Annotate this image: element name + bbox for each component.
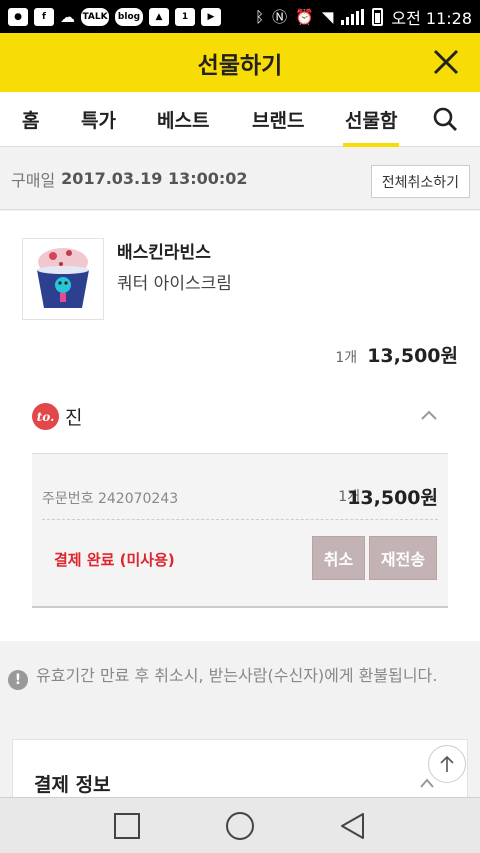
purchase-date-label: 구매일 bbox=[11, 170, 56, 190]
one-icon: 1 bbox=[175, 7, 195, 26]
app-header: 선물하기 bbox=[0, 33, 480, 92]
cloud-icon: ☁ bbox=[60, 7, 75, 26]
tab-label: 홈 bbox=[22, 109, 40, 132]
back-triangle-icon bbox=[341, 812, 365, 839]
info-icon: ! bbox=[8, 670, 28, 690]
product-name: 쿼터 아이스크림 bbox=[117, 274, 232, 294]
kakaostory-icon: ● bbox=[8, 7, 28, 26]
notification-icons: ● f ☁ TALK blog ▲ 1 ▶ bbox=[8, 7, 221, 26]
circle-icon bbox=[225, 811, 254, 840]
cancel-all-button[interactable]: 전체취소하기 bbox=[370, 165, 470, 198]
gallery-icon: ▲ bbox=[149, 7, 169, 26]
tab-special[interactable]: 특가 bbox=[81, 92, 116, 147]
system-nav-bar bbox=[0, 797, 480, 853]
back-button[interactable] bbox=[337, 810, 369, 842]
arrow-up-icon bbox=[440, 755, 454, 772]
square-icon bbox=[113, 812, 140, 839]
purchase-date-bar: 구매일 2017.03.19 13:00:02 전체취소하기 bbox=[0, 148, 480, 210]
close-icon[interactable] bbox=[430, 46, 462, 78]
purchase-date-value: 2017.03.19 13:00:02 bbox=[61, 169, 248, 188]
to-badge-icon: to. bbox=[32, 403, 59, 430]
facebook-icon: f bbox=[34, 7, 54, 26]
item-quantity: 1개 bbox=[335, 350, 358, 366]
tab-best[interactable]: 베스트 bbox=[157, 92, 209, 147]
home-button[interactable] bbox=[224, 810, 256, 842]
play-icon: ▶ bbox=[201, 7, 221, 26]
nfc-icon: Ⓝ bbox=[272, 8, 288, 26]
order-number: 주문번호 242070243 bbox=[42, 491, 179, 507]
ice-cream-cup-image bbox=[37, 248, 89, 308]
talk-icon: TALK bbox=[81, 7, 109, 26]
tab-label: 베스트 bbox=[157, 109, 210, 132]
page-title: 선물하기 bbox=[197, 52, 283, 79]
cancel-button[interactable]: 취소 bbox=[312, 536, 365, 580]
signal-icon bbox=[341, 8, 365, 25]
payment-info-title: 결제 정보 bbox=[34, 774, 111, 796]
tab-brand[interactable]: 브랜드 bbox=[252, 92, 304, 147]
tab-giftbox[interactable]: 선물함 bbox=[342, 92, 400, 147]
item-price: 13,500원 bbox=[367, 345, 458, 367]
wifi-icon: ◥ bbox=[321, 7, 334, 26]
order-detail: 주문번호 242070243 1개 13,500원 결제 완료 (미사용) 취소… bbox=[32, 453, 448, 608]
search-icon[interactable] bbox=[432, 106, 458, 132]
tab-label: 선물함 bbox=[345, 109, 398, 132]
tab-bar: 홈 특가 베스트 브랜드 선물함 bbox=[0, 92, 480, 147]
brand-name: 배스킨라빈스 bbox=[117, 243, 211, 263]
chevron-up-icon[interactable] bbox=[420, 408, 438, 422]
recipient-row[interactable]: to. 진 bbox=[32, 403, 82, 430]
status-bar: ● f ☁ TALK blog ▲ 1 ▶ ᛒ Ⓝ ⏰ ◥ 오전 11:28 bbox=[0, 0, 480, 33]
bluetooth-icon: ᛒ bbox=[255, 7, 265, 26]
product-thumbnail[interactable] bbox=[22, 238, 104, 320]
divider bbox=[42, 519, 438, 520]
item-summary: 1개 13,500원 bbox=[335, 341, 458, 368]
blog-icon: blog bbox=[115, 7, 143, 26]
tab-label: 브랜드 bbox=[252, 109, 305, 132]
system-icons: ᛒ Ⓝ ⏰ ◥ 오전 11:28 bbox=[255, 5, 472, 29]
recent-apps-button[interactable] bbox=[111, 810, 143, 842]
battery-icon bbox=[372, 7, 384, 26]
gift-card: 배스킨라빈스 쿼터 아이스크림 1개 13,500원 to. 진 주문번호 24… bbox=[0, 211, 480, 641]
order-price: 13,500원 bbox=[347, 487, 438, 509]
resend-button[interactable]: 재전송 bbox=[369, 536, 437, 580]
tab-label: 특가 bbox=[81, 109, 116, 132]
notice-text: 유효기간 만료 후 취소시, 받는사람(수신자)에게 환불됩니다. bbox=[36, 666, 438, 685]
chevron-up-icon[interactable] bbox=[419, 777, 435, 789]
tab-home[interactable]: 홈 bbox=[22, 92, 39, 147]
alarm-icon: ⏰ bbox=[295, 7, 314, 26]
recipient-name: 진 bbox=[65, 407, 83, 429]
refund-notice: ! 유효기간 만료 후 취소시, 받는사람(수신자)에게 환불됩니다. bbox=[8, 662, 472, 690]
clock: 오전 11:28 bbox=[391, 8, 472, 28]
status-badge: 결제 완료 (미사용) bbox=[54, 551, 175, 569]
scroll-to-top-button[interactable] bbox=[428, 745, 466, 783]
